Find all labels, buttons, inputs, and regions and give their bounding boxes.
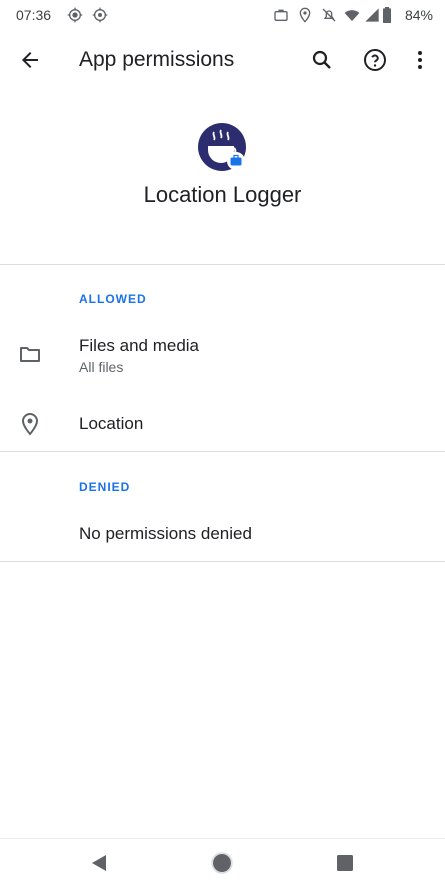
- more-options-button[interactable]: [400, 40, 440, 80]
- denied-header: DENIED: [79, 480, 131, 494]
- permission-row-files-and-media[interactable]: Files and media All files: [0, 326, 445, 386]
- help-button[interactable]: [355, 40, 395, 80]
- nav-recents-button[interactable]: [330, 848, 360, 878]
- battery-icon: [383, 7, 391, 23]
- no-permissions-denied-text: No permissions denied: [79, 524, 252, 543]
- permission-subtitle: All files: [79, 359, 124, 375]
- more-vert-icon: [418, 51, 422, 69]
- arrow-back-icon: [22, 52, 38, 68]
- briefcase-icon: [274, 9, 288, 21]
- permission-title: Files and media: [79, 336, 200, 355]
- back-button[interactable]: [10, 40, 50, 80]
- battery-percent: 84%: [404, 7, 433, 23]
- allowed-header: ALLOWED: [79, 292, 147, 306]
- permission-title: Location: [79, 414, 144, 433]
- gps-icon: [67, 7, 83, 23]
- signal-icon: [365, 8, 379, 22]
- app-name: Location Logger: [143, 182, 302, 207]
- location-pin-icon: [21, 412, 39, 436]
- notifications-off-icon: [322, 8, 336, 22]
- status-time: 07:36: [16, 7, 52, 23]
- page-title: App permissions: [79, 48, 235, 71]
- nav-back-button[interactable]: [84, 848, 114, 878]
- bottom-divider: [0, 561, 445, 562]
- nav-home-button[interactable]: [207, 848, 237, 878]
- nav-divider: [0, 838, 445, 839]
- nav-back-icon: [92, 855, 106, 871]
- nav-home-icon: [211, 852, 233, 874]
- search-button[interactable]: [302, 40, 342, 80]
- folder-icon: [20, 347, 40, 362]
- section-divider: [0, 451, 445, 452]
- search-icon: [312, 50, 331, 69]
- location-target-icon: [92, 7, 108, 23]
- header-divider: [0, 264, 445, 265]
- permission-row-location[interactable]: Location: [0, 398, 445, 450]
- wifi-icon: [344, 10, 360, 21]
- help-icon: [364, 49, 386, 71]
- nav-recents-icon: [337, 855, 353, 871]
- location-pin-icon: [299, 7, 311, 23]
- app-icon: [198, 123, 246, 171]
- status-bar: 07:36 84%: [0, 0, 445, 32]
